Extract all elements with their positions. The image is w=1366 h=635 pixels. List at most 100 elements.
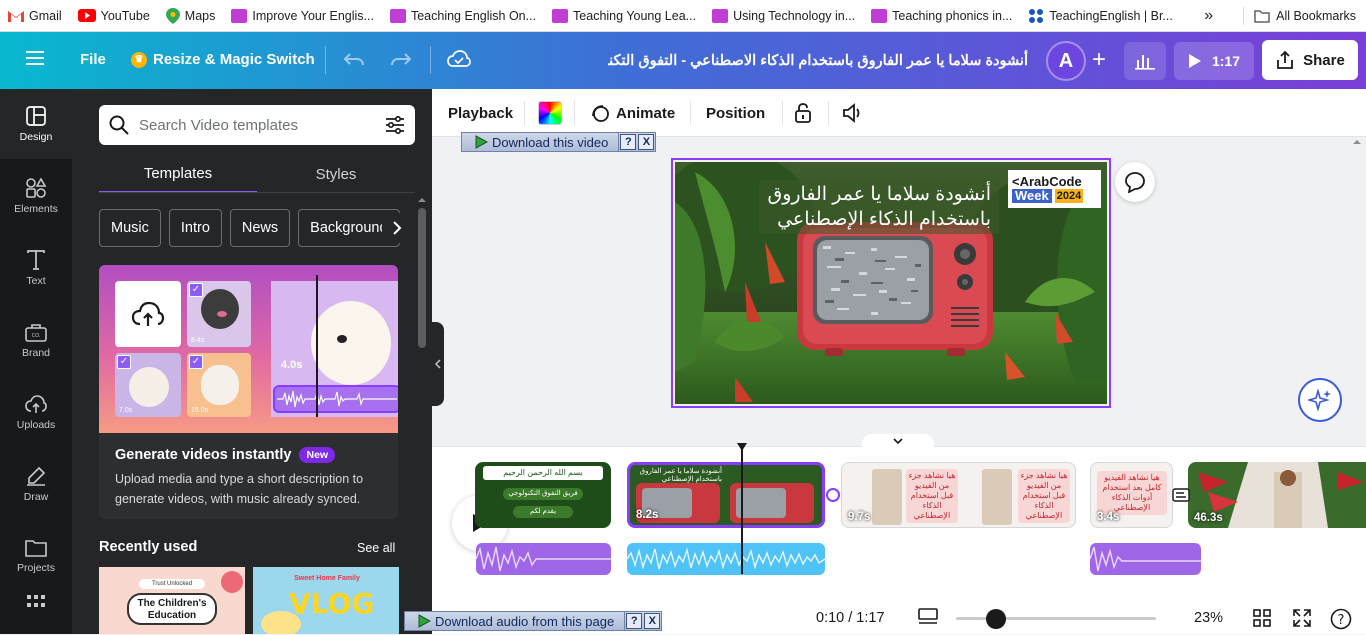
grid-view-button[interactable] [1253, 609, 1271, 627]
audio-track-1[interactable] [476, 543, 611, 575]
invite-button[interactable]: + [1084, 45, 1114, 75]
zoom-slider-knob[interactable] [986, 609, 1006, 629]
download-close-button[interactable]: X [638, 134, 655, 150]
transition-icon[interactable] [1172, 487, 1190, 503]
page-view-button[interactable] [918, 608, 938, 626]
lock-button[interactable] [794, 89, 812, 137]
menu-button[interactable] [26, 50, 46, 66]
arabcode-week-logo[interactable]: <ArabCode Week 2024 [1008, 170, 1101, 208]
waveform-icon [277, 390, 397, 408]
timeline-clip-5[interactable]: 46.3s [1188, 462, 1366, 528]
fullscreen-button[interactable] [1293, 609, 1311, 627]
bookmark-teaching-young-learners[interactable]: Teaching Young Lea... [544, 8, 704, 23]
position-button[interactable]: Position [706, 89, 765, 137]
rail-item-apps[interactable] [0, 595, 72, 635]
insights-button[interactable] [1124, 42, 1166, 80]
rail-item-uploads[interactable]: Uploads [0, 377, 72, 447]
zoom-percent[interactable]: 23% [1194, 610, 1223, 626]
poodle-shape [201, 289, 239, 329]
timeline-clip-1[interactable]: بسم الله الرحمن الرحيم فريق التفوق التكن… [475, 462, 611, 528]
template-title: VLOG [289, 587, 375, 620]
bookmarks-bar: Gmail YouTube Maps Improve Your Englis..… [0, 0, 1366, 32]
bookmark-teaching-english-online[interactable]: Teaching English On... [382, 8, 544, 23]
chip-news[interactable]: News [229, 209, 291, 247]
resize-magic-switch-button[interactable]: ♛ Resize & Magic Switch [131, 51, 315, 68]
panel-scrollbar[interactable] [416, 196, 428, 634]
filter-icon[interactable] [385, 116, 405, 134]
timeline-clip-2-selected[interactable]: أنشودة سلاما يا عمر الفاروق باستخدام الإ… [627, 462, 825, 528]
collapse-panel-button[interactable] [432, 322, 444, 406]
cloud-check-icon [447, 50, 471, 67]
all-bookmarks-button[interactable]: All Bookmarks [1254, 9, 1356, 23]
more-bookmarks-button[interactable]: » [1204, 7, 1233, 25]
chips-next-button[interactable] [382, 213, 412, 243]
undo-button[interactable] [343, 50, 365, 70]
see-all-link[interactable]: See all [357, 541, 395, 555]
video-canvas[interactable]: أنشودة سلاما يا عمر الفاروق باستخدام الذ… [675, 162, 1107, 404]
add-comment-button[interactable] [1115, 162, 1155, 202]
rail-item-draw[interactable]: Draw [0, 449, 72, 519]
recent-template-children-education[interactable]: Trust Unlocked The Children's Education [99, 567, 245, 634]
rail-item-projects[interactable]: Projects [0, 521, 72, 591]
timeline-playhead[interactable] [741, 448, 743, 574]
playback-button[interactable]: Playback [448, 89, 513, 137]
timeline-collapse-button[interactable] [862, 434, 934, 448]
upload-tile [115, 281, 181, 347]
bookmark-label: Improve Your Englis... [252, 8, 374, 23]
generate-videos-card[interactable]: ✓ 8.4s ✓ 7.0s ✓ 15.0s 4.0s Generate vide… [99, 265, 398, 519]
bookmark-teaching-phonics[interactable]: Teaching phonics in... [863, 8, 1020, 23]
template-title: The Children's Education [127, 593, 217, 625]
search-input[interactable]: Search Video templates [139, 117, 375, 134]
new-badge: New [299, 447, 336, 463]
user-avatar[interactable]: A [1046, 41, 1086, 81]
rail-item-text[interactable]: Text [0, 233, 72, 303]
rail-item-design[interactable]: Design [0, 89, 72, 159]
download-help-button[interactable]: ? [620, 134, 637, 150]
download-video-button[interactable]: Download this video [462, 133, 620, 151]
promo-title-text: Generate videos instantly [115, 447, 292, 463]
bookmark-maps[interactable]: Maps [158, 7, 224, 24]
chip-music[interactable]: Music [99, 209, 161, 247]
present-play-button[interactable]: 1:17 [1174, 42, 1254, 80]
search-box[interactable]: Search Video templates [99, 105, 415, 145]
volume-button[interactable] [842, 89, 864, 137]
timeline-clip-4[interactable]: هيا نشاهد الفيديو كامل بعد استخدام أدوات… [1090, 462, 1173, 528]
redo-button[interactable] [390, 50, 412, 70]
playhead-handle-icon[interactable] [736, 442, 748, 452]
bookmark-teachingenglish-bc[interactable]: TeachingEnglish | Br... [1020, 8, 1180, 24]
hamburger-icon [26, 51, 44, 65]
clip-transition-dot[interactable] [826, 488, 840, 502]
color-button[interactable] [538, 89, 562, 137]
tab-templates[interactable]: Templates [99, 155, 257, 193]
tab-styles[interactable]: Styles [257, 155, 415, 193]
audio-track-3[interactable] [1090, 543, 1201, 575]
logo-word1: ArabCode [1019, 174, 1082, 189]
panel-scroll-thumb[interactable] [418, 208, 426, 348]
audio-track-2[interactable] [627, 543, 825, 575]
save-status-button[interactable] [447, 50, 471, 68]
timeline-clip-3[interactable]: هيا نشاهد جزء من الفيديو قبل استخدام الذ… [841, 462, 1076, 528]
logo-year: 2024 [1054, 189, 1084, 203]
chip-intro[interactable]: Intro [168, 209, 222, 247]
uploads-icon [25, 394, 47, 413]
bookmark-label: TeachingEnglish | Br... [1049, 8, 1173, 23]
bookmark-using-technology[interactable]: Using Technology in... [704, 8, 863, 23]
bookmark-favicon-icon [389, 8, 406, 23]
share-button[interactable]: Share [1262, 40, 1358, 80]
color-swatch-icon [538, 101, 562, 125]
canvas-title-text[interactable]: أنشودة سلاما يا عمر الفاروق باستخدام الذ… [759, 180, 999, 234]
bookmark-gmail[interactable]: Gmail [0, 9, 70, 23]
file-menu-button[interactable]: File [80, 51, 106, 68]
bookmark-improve-english[interactable]: Improve Your Englis... [223, 8, 382, 23]
recent-template-vlog[interactable]: Sweet Home Family VLOG [253, 567, 399, 634]
help-button[interactable]: ? [1330, 608, 1352, 630]
rail-item-brand[interactable]: CO. Brand [0, 305, 72, 375]
animate-button[interactable]: Animate [590, 89, 675, 137]
bookmark-youtube[interactable]: YouTube [70, 9, 158, 23]
magic-assistant-button[interactable] [1298, 378, 1342, 422]
document-title[interactable]: أنشودة سلاما يا عمر الفاروق باستخدام الذ… [608, 32, 1028, 89]
timeline-bottom-bar: 0:10 / 1:17 23% ? [432, 602, 1366, 634]
canvas-scrollbar[interactable] [1352, 138, 1366, 428]
toolbar-divider [782, 101, 783, 125]
rail-item-elements[interactable]: Elements [0, 161, 72, 231]
